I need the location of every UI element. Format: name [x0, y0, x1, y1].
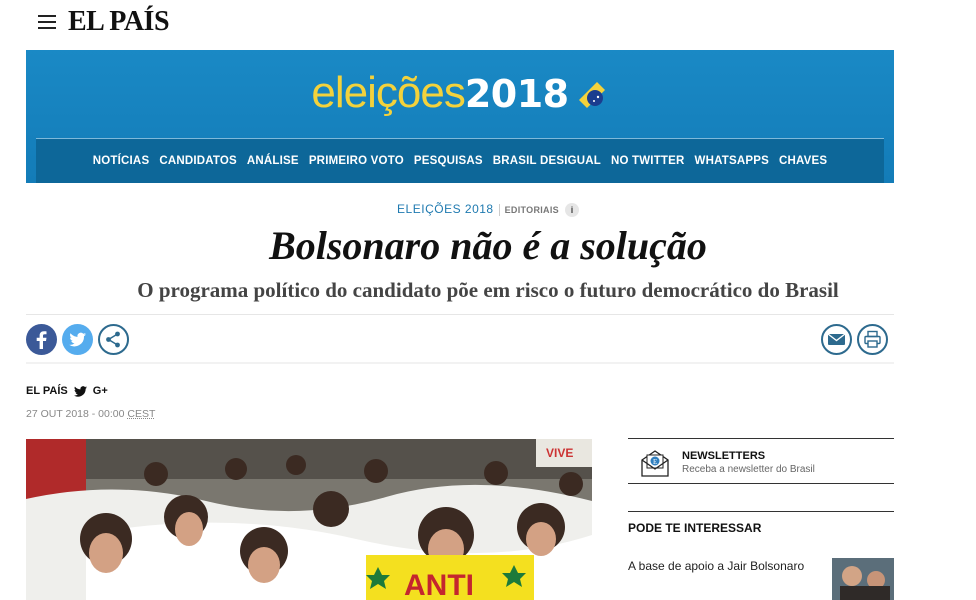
menu-icon[interactable] — [38, 15, 56, 29]
divider — [26, 314, 894, 315]
svg-text:E: E — [653, 458, 657, 466]
kicker-divider — [498, 203, 500, 216]
headline: Bolsonaro não é a solução — [269, 223, 707, 268]
twitter-small-icon[interactable] — [73, 385, 87, 397]
site-logo[interactable]: EL PAÍS — [68, 6, 170, 38]
flag-icon — [575, 78, 609, 112]
facebook-icon[interactable] — [26, 324, 57, 355]
editorial-tag[interactable]: EDITORIAIS — [505, 205, 559, 215]
related-article-thumbnail[interactable] — [832, 558, 894, 600]
nav-item-chaves[interactable]: CHAVES — [779, 155, 827, 167]
top-bar: EL PAÍS — [0, 0, 976, 44]
nav-item-not-cias[interactable]: NOTÍCIAS — [93, 155, 150, 167]
nav-item-an-lise[interactable]: ANÁLISE — [247, 155, 299, 167]
share-icon[interactable] — [98, 324, 129, 355]
nav-item-primeiro-voto[interactable]: PRIMEIRO VOTO — [309, 155, 404, 167]
timezone: CEST — [127, 408, 156, 420]
print-icon[interactable] — [857, 324, 888, 355]
section-link[interactable]: ELEIÇÕES 2018 — [397, 202, 494, 216]
newsletter-box[interactable]: E NEWSLETTERS Receba a newsletter do Bra… — [628, 438, 894, 484]
related-heading: PODE TE INTERESSAR — [628, 511, 894, 535]
nav-item-brasil-desigual[interactable]: BRASIL DESIGUAL — [493, 155, 601, 167]
article-photo[interactable]: VIVE ANTI — [26, 439, 592, 600]
twitter-icon[interactable] — [62, 324, 93, 355]
nav-item-whatsapps[interactable]: WHATSAPPS — [695, 155, 769, 167]
nav-item-candidatos[interactable]: CANDIDATOS — [159, 155, 237, 167]
photo-banner-text: VIVE — [546, 446, 573, 460]
photo-sign-text: ANTI — [404, 569, 474, 600]
elections-banner: eleições2018 NOTÍCIAS CANDIDATOS ANÁLISE PR… — [26, 50, 894, 183]
newsletter-description: Receba a newsletter do Brasil — [682, 464, 815, 475]
publish-date-text: 27 OUT 2018 - 00:00 — [26, 408, 128, 420]
author-link[interactable]: EL PAÍS — [26, 385, 68, 397]
newsletter-title: NEWSLETTERS — [682, 450, 766, 462]
related-article-link[interactable]: A base de apoio a Jair Bolsonaro — [628, 559, 804, 573]
banner-title-light: eleições — [311, 68, 465, 117]
nav-item-no-twitter[interactable]: NO TWITTER — [611, 155, 685, 167]
article-kicker: ELEIÇÕES 2018 EDITORIAIS i — [0, 202, 976, 217]
gplus-icon[interactable]: G+ — [93, 385, 108, 397]
subheadline: O programa político do candidato põe em … — [137, 278, 839, 302]
banner-title[interactable]: eleições2018 — [26, 68, 894, 128]
publish-date: 27 OUT 2018 - 00:00 CEST — [26, 408, 155, 420]
byline: EL PAÍS G+ — [26, 385, 108, 397]
nav-item-pesquisas[interactable]: PESQUISAS — [414, 155, 483, 167]
divider — [26, 362, 894, 364]
email-icon[interactable] — [821, 324, 852, 355]
newsletter-icon: E — [640, 448, 670, 478]
info-icon[interactable]: i — [564, 203, 579, 217]
banner-title-year: 2018 — [464, 72, 569, 116]
elections-nav: NOTÍCIAS CANDIDATOS ANÁLISE PRIMEIRO VOTO PE… — [36, 139, 884, 183]
